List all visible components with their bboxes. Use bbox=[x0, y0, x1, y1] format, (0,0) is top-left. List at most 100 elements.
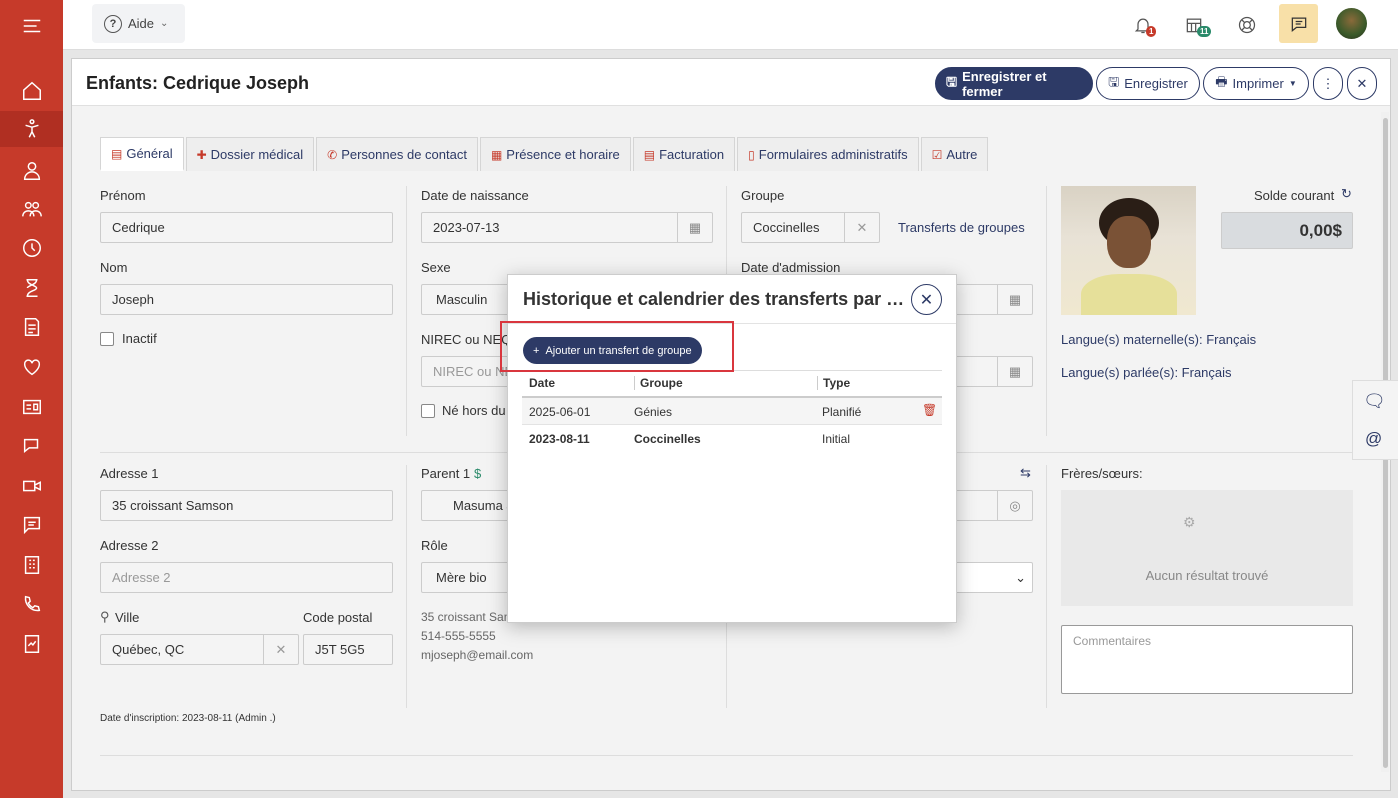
parent-email: mjoseph@email.com bbox=[421, 648, 534, 662]
birth-date-value: 2023-07-13 bbox=[433, 220, 500, 235]
admission-label: Date d'admission bbox=[741, 260, 841, 275]
at-icon[interactable]: @ bbox=[1365, 429, 1382, 449]
address1-label: Adresse 1 bbox=[100, 466, 159, 481]
tab-label: Formulaires administratifs bbox=[758, 147, 908, 162]
close-panel-button[interactable]: ✕ bbox=[1347, 67, 1377, 100]
tab-general[interactable]: ▤ Général bbox=[100, 137, 184, 171]
kebab-icon: ⋮ bbox=[1321, 75, 1335, 91]
col-date: Date bbox=[529, 376, 556, 390]
child-icon[interactable] bbox=[0, 111, 63, 147]
group-label: Groupe bbox=[741, 188, 785, 203]
row-group: Coccinelles bbox=[634, 432, 701, 446]
calendar-badge: 11 bbox=[1197, 26, 1212, 37]
staff-icon[interactable] bbox=[0, 153, 63, 189]
comment-icon[interactable]: 🗨 bbox=[1363, 391, 1386, 412]
modal-title: Historique et calendrier des transferts … bbox=[523, 289, 908, 309]
divider bbox=[406, 186, 407, 436]
clock-icon[interactable] bbox=[0, 230, 63, 266]
row-type: Planifié bbox=[822, 405, 862, 419]
report-icon[interactable] bbox=[0, 626, 63, 662]
row-date[interactable]: 2025-06-01 bbox=[529, 405, 590, 419]
calendar-icon[interactable]: ▦ bbox=[997, 357, 1032, 386]
clear-icon[interactable]: ✕ bbox=[263, 635, 298, 664]
group-transfers-link[interactable]: Transferts de groupes bbox=[898, 220, 1025, 235]
eye-slash-icon[interactable]: ◎ bbox=[997, 491, 1032, 520]
save-label: Enregistrer bbox=[1124, 76, 1188, 91]
save-icon: 🖫 bbox=[1108, 73, 1120, 89]
building-icon[interactable] bbox=[0, 547, 63, 583]
speech-bubble-icon bbox=[1291, 17, 1306, 32]
first-name-field[interactable]: Cedrique bbox=[100, 212, 393, 243]
help-icon: ? bbox=[104, 14, 122, 33]
comments-field[interactable]: Commentaires bbox=[1061, 625, 1353, 694]
more-options-button[interactable]: ⋮ bbox=[1313, 67, 1343, 100]
tab-medical[interactable]: ✚ Dossier médical bbox=[185, 137, 315, 171]
clear-icon[interactable]: ✕ bbox=[844, 213, 879, 242]
sex-label: Sexe bbox=[421, 260, 451, 275]
floating-actions: 🗨 @ bbox=[1352, 380, 1398, 460]
bell-icon[interactable]: 1 bbox=[1130, 12, 1157, 38]
help-dropdown[interactable]: ? Aide ⌄ bbox=[92, 4, 185, 43]
tab-label: Général bbox=[126, 146, 173, 161]
home-icon[interactable] bbox=[0, 73, 63, 109]
save-button[interactable]: 🖫 Enregistrer bbox=[1096, 67, 1200, 100]
save-icon: 🖫 bbox=[946, 73, 958, 89]
document-icon[interactable] bbox=[0, 309, 63, 345]
phone-icon[interactable] bbox=[0, 586, 63, 622]
divider bbox=[406, 465, 407, 708]
tab-contacts[interactable]: ✆ Personnes de contact bbox=[316, 137, 478, 171]
calendar-table-icon[interactable]: 11 bbox=[1181, 12, 1212, 38]
top-bar: ? Aide ⌄ 1 11 bbox=[63, 0, 1398, 50]
print-button[interactable]: 🖶 Imprimer ▼ bbox=[1203, 67, 1309, 100]
table-row[interactable]: 2025-06-01 Génies Planifié 🗑 bbox=[522, 398, 942, 425]
refresh-icon[interactable]: ↻ bbox=[1341, 186, 1352, 202]
user-avatar[interactable] bbox=[1336, 8, 1367, 39]
empty-state-icon: ⚙ bbox=[1183, 514, 1196, 530]
trash-icon[interactable]: 🗑 bbox=[922, 403, 937, 417]
highlight-box bbox=[500, 321, 734, 372]
hourglass-icon[interactable] bbox=[0, 270, 63, 306]
born-out-checkbox[interactable] bbox=[421, 404, 435, 418]
city-field[interactable]: Québec, QC ✕ bbox=[100, 634, 299, 665]
heart-icon[interactable] bbox=[0, 349, 63, 385]
inactive-checkbox[interactable] bbox=[100, 332, 114, 346]
nirec-label: NIREC ou NEQ bbox=[421, 332, 507, 347]
divider bbox=[1046, 186, 1047, 436]
tab-admin-forms[interactable]: ▯ Formulaires administratifs bbox=[737, 137, 919, 171]
birth-date-label: Date de naissance bbox=[421, 188, 529, 203]
inscription-date: Date d'inscription: 2023-08-11 (Admin .) bbox=[100, 713, 276, 724]
tab-other[interactable]: ☑ Autre bbox=[920, 137, 989, 171]
address2-field[interactable]: Adresse 2 bbox=[100, 562, 393, 593]
id-card-icon[interactable] bbox=[0, 389, 63, 425]
born-out-label: Né hors du Québec bbox=[442, 403, 506, 418]
group-select[interactable]: Coccinelles ✕ bbox=[741, 212, 880, 243]
lifebuoy-icon[interactable] bbox=[1234, 12, 1260, 38]
save-close-button[interactable]: 🖫 Enregistrer et fermer bbox=[935, 67, 1093, 100]
sidebar bbox=[0, 0, 63, 798]
last-name-field[interactable]: Joseph bbox=[100, 284, 393, 315]
chat-icon[interactable] bbox=[0, 428, 63, 464]
tab-presence[interactable]: ▦ Présence et horaire bbox=[479, 137, 631, 171]
row-group: Génies bbox=[634, 405, 673, 419]
parents-icon[interactable] bbox=[0, 191, 63, 227]
modal-close-button[interactable]: ✕ bbox=[911, 284, 942, 315]
bottom-divider bbox=[100, 755, 1353, 756]
spoken-language: Langue(s) parlée(s): Français bbox=[1061, 365, 1232, 380]
calendar-icon[interactable]: ▦ bbox=[677, 213, 712, 242]
balance-value: 0,00$ bbox=[1221, 212, 1353, 249]
printer-icon: 🖶 bbox=[1215, 73, 1228, 89]
phone-icon: ✆ bbox=[327, 147, 338, 162]
postal-field[interactable]: J5T 5G5 bbox=[303, 634, 393, 665]
inactive-label: Inactif bbox=[122, 331, 157, 346]
calendar-icon[interactable]: ▦ bbox=[997, 285, 1032, 314]
video-icon[interactable] bbox=[0, 468, 63, 504]
tab-label: Personnes de contact bbox=[341, 147, 467, 162]
address1-field[interactable]: 35 croissant Samson bbox=[100, 490, 393, 521]
menu-icon[interactable] bbox=[0, 8, 63, 44]
swap-icon[interactable]: ⇆ bbox=[1020, 465, 1031, 481]
messages-button[interactable] bbox=[1279, 4, 1318, 43]
message-icon[interactable] bbox=[0, 507, 63, 543]
birth-date-field[interactable]: 2023-07-13 ▦ bbox=[421, 212, 713, 243]
row-type: Initial bbox=[822, 432, 851, 446]
tab-billing[interactable]: ▤ Facturation bbox=[632, 137, 736, 171]
